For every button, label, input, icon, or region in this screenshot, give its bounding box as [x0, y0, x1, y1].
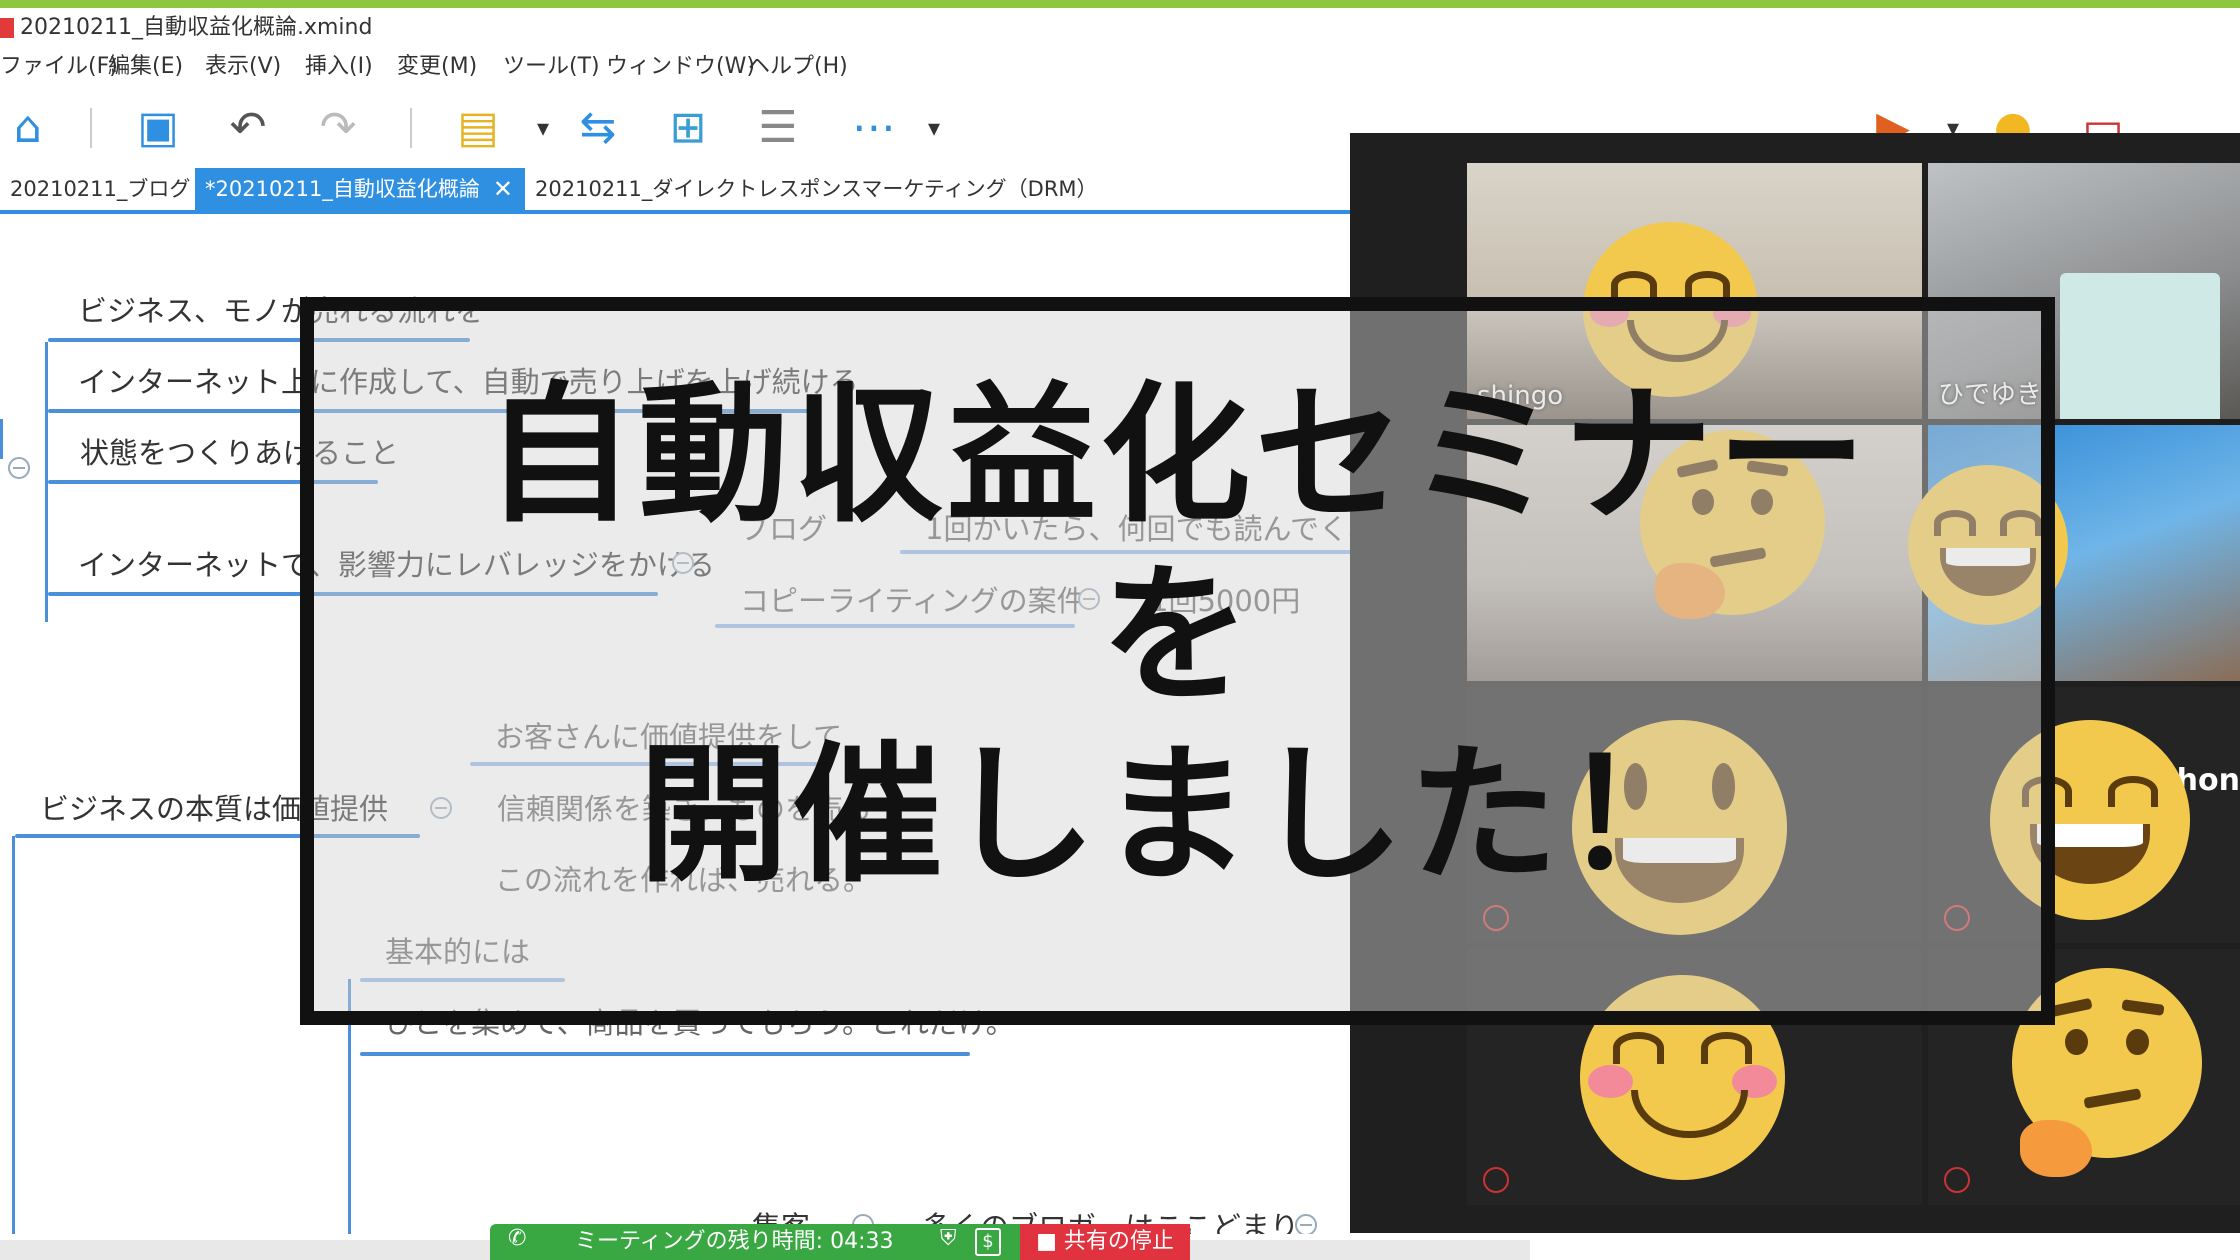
menu-window[interactable]: ウィンドウ(W)	[606, 48, 755, 86]
tab-drm[interactable]: 20210211_ダイレクトレスポンスマーケティング（DRM）	[525, 168, 1108, 210]
headline-line: 自動収益化セミナー	[484, 369, 1871, 543]
tab-label: 20210211_ブログ	[10, 177, 191, 201]
shield-icon: ⛨	[940, 1226, 957, 1251]
home-icon[interactable]: ⌂	[0, 100, 56, 156]
tab-label: 20210211_ダイレクトレスポンスマーケティング（DRM）	[535, 177, 1098, 201]
menu-insert[interactable]: 挿入(I)	[305, 48, 373, 86]
menu-view[interactable]: 表示(V)	[205, 48, 281, 86]
structure-icon[interactable]: ⊞	[660, 100, 716, 156]
toolbar-separator	[410, 108, 412, 148]
menu-file[interactable]: ファイル(F)	[0, 48, 118, 86]
save-icon[interactable]: ▣	[130, 100, 186, 156]
toolbar-separator	[90, 108, 92, 148]
relationship-icon[interactable]: ⇆	[570, 100, 626, 156]
topic-style-icon[interactable]: ▤	[450, 100, 506, 156]
menu-modify[interactable]: 変更(M)	[397, 48, 477, 86]
menu-bar: ファイル(F) 編集(E) 表示(V) 挿入(I) 変更(M) ツール(T) ウ…	[0, 48, 2240, 86]
zoom-meeting-bar: ✆ ミーティングの残り時間: 04:33 ⛨ $ ■ 共有の停止	[490, 1224, 1190, 1260]
phone-icon: ✆	[508, 1226, 527, 1251]
summary-icon[interactable]: ☰	[750, 100, 806, 156]
collapse-toggle-icon[interactable]	[1295, 1214, 1317, 1234]
menu-help[interactable]: ヘルプ(H)	[748, 48, 848, 86]
meeting-time-remaining: ミーティングの残り時間: 04:33	[575, 1229, 894, 1254]
stop-share-button[interactable]: ■ 共有の停止	[1020, 1224, 1190, 1260]
menu-tools[interactable]: ツール(T)	[503, 48, 600, 86]
title-bar: 20210211_自動収益化概論.xmind	[0, 8, 2240, 48]
chevron-down-icon[interactable]: ▾	[515, 100, 571, 156]
chevron-down-icon[interactable]: ▾	[906, 100, 962, 156]
menu-edit[interactable]: 編集(E)	[108, 48, 183, 86]
seminar-headline: 自動収益化セミナー を 開催しました！	[314, 366, 2041, 906]
tab-auto-monetization[interactable]: *20210211_自動収益化概論 ✕	[195, 168, 525, 210]
redo-icon[interactable]: ↷	[310, 100, 366, 156]
undo-icon[interactable]: ↶	[220, 100, 276, 156]
xmind-app-icon	[0, 18, 14, 38]
headline-line: を	[1100, 549, 1255, 723]
close-icon[interactable]: ✕	[493, 168, 513, 210]
tab-label: *20210211_自動収益化概論	[205, 177, 480, 201]
branch-line	[12, 836, 15, 1234]
more-icon[interactable]: ⋯	[846, 100, 902, 156]
headline-overlay: 自動収益化セミナー を 開催しました！	[300, 297, 2055, 1025]
mic-muted-icon	[1483, 1167, 1509, 1193]
topic-underline	[360, 1052, 970, 1056]
window-accent-bar	[0, 0, 2240, 8]
collapse-toggle-icon[interactable]	[8, 457, 30, 479]
avatar	[2060, 273, 2220, 419]
headline-line: 開催しました！	[638, 729, 1717, 903]
mic-muted-icon	[1944, 1167, 1970, 1193]
window-title: 20210211_自動収益化概論.xmind	[20, 15, 373, 40]
dollar-icon: $	[975, 1228, 1001, 1256]
tab-blog[interactable]: 20210211_ブログ	[0, 168, 200, 210]
branch-line	[0, 419, 3, 459]
